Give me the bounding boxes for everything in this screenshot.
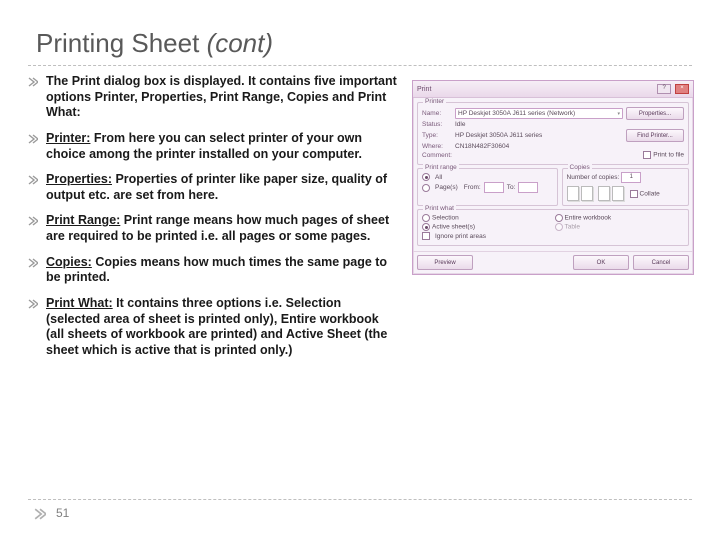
- list-item: Print What: It contains three options i.…: [28, 296, 398, 369]
- title-divider: [28, 65, 692, 66]
- dialog-title: Print: [417, 86, 655, 93]
- printer-group: Printer Name: HP Deskjet 3050A J611 seri…: [417, 102, 689, 165]
- range-pages-radio[interactable]: Page(s) From: To:: [422, 182, 553, 193]
- bullet-text: From here you can select printer of your…: [46, 131, 362, 161]
- page-number: 51: [56, 506, 69, 520]
- status-value: Idle: [455, 121, 684, 128]
- bullet-arrow-icon: [28, 77, 38, 87]
- type-label: Type:: [422, 132, 452, 139]
- what-active-radio[interactable]: Active sheet(s): [422, 223, 552, 231]
- bullet-arrow-icon: [28, 134, 38, 144]
- properties-button[interactable]: Properties...: [626, 107, 684, 120]
- ignore-areas-check[interactable]: Ignore print areas: [422, 232, 684, 240]
- num-copies-input[interactable]: 1: [621, 172, 641, 183]
- where-label: Where:: [422, 143, 452, 150]
- where-value: CN18N482F30604: [455, 143, 684, 150]
- slide-title: Printing Sheet (cont): [36, 28, 692, 59]
- list-item: Print Range: Print range means how much …: [28, 213, 398, 254]
- printer-legend: Printer: [423, 98, 446, 105]
- preview-button[interactable]: Preview: [417, 255, 473, 270]
- what-legend: Print what: [423, 205, 456, 212]
- bullet-text: Copies means how much times the same pag…: [46, 255, 387, 285]
- printer-name-dropdown[interactable]: HP Deskjet 3050A J611 series (Network): [455, 108, 623, 119]
- bullet-lead: Printer:: [46, 131, 90, 145]
- bullet-arrow-icon: [28, 299, 38, 309]
- bullet-lead: Print What:: [46, 296, 113, 310]
- bullet-arrow-icon: [28, 258, 38, 268]
- list-item: Printer: From here you can select printe…: [28, 131, 398, 172]
- print-what-group: Print what Selection Entire workbook Act…: [417, 209, 689, 246]
- print-to-file-check[interactable]: Print to file: [643, 151, 684, 159]
- bullet-lead: Properties:: [46, 172, 112, 186]
- bullet-lead: Print Range:: [46, 213, 120, 227]
- bullet-list: The Print dialog box is displayed. It co…: [28, 74, 398, 368]
- help-button[interactable]: ?: [657, 84, 671, 94]
- cancel-button[interactable]: Cancel: [633, 255, 689, 270]
- bullet-lead: Copies:: [46, 255, 92, 269]
- bullet-arrow-icon: [28, 175, 38, 185]
- bullet-text: The Print dialog box is displayed. It co…: [46, 74, 397, 119]
- title-italic: (cont): [207, 28, 273, 58]
- what-table-radio[interactable]: Table: [555, 223, 685, 231]
- list-item: Copies: Copies means how much times the …: [28, 255, 398, 296]
- collate-check[interactable]: Collate: [630, 190, 660, 198]
- from-input[interactable]: [484, 182, 504, 193]
- num-copies-label: Number of copies:: [567, 174, 620, 181]
- type-value: HP Deskjet 3050A J611 series: [455, 132, 623, 139]
- copies-legend: Copies: [568, 164, 592, 171]
- status-label: Status:: [422, 121, 452, 128]
- find-printer-button[interactable]: Find Printer...: [626, 129, 684, 142]
- print-dialog: Print ? × Printer Name: HP Deskjet 3050A…: [412, 80, 694, 275]
- footer-divider: [28, 499, 692, 500]
- collate-preview: Collate: [567, 186, 684, 201]
- ok-button[interactable]: OK: [573, 255, 629, 270]
- close-button[interactable]: ×: [675, 84, 689, 94]
- title-main: Printing Sheet: [36, 28, 207, 58]
- dialog-titlebar: Print ? ×: [413, 81, 693, 98]
- page-arrow-icon: [34, 508, 46, 520]
- range-all-radio[interactable]: All: [422, 173, 553, 181]
- list-item: Properties: Properties of printer like p…: [28, 172, 398, 213]
- print-range-group: Print range All Page(s) From: To:: [417, 168, 558, 206]
- bullet-arrow-icon: [28, 216, 38, 226]
- what-selection-radio[interactable]: Selection: [422, 214, 552, 222]
- to-input[interactable]: [518, 182, 538, 193]
- list-item: The Print dialog box is displayed. It co…: [28, 74, 398, 131]
- range-legend: Print range: [423, 164, 459, 171]
- name-label: Name:: [422, 110, 452, 117]
- what-workbook-radio[interactable]: Entire workbook: [555, 214, 685, 222]
- copies-group: Copies Number of copies: 1 Collate: [562, 168, 689, 206]
- comment-label: Comment:: [422, 152, 452, 159]
